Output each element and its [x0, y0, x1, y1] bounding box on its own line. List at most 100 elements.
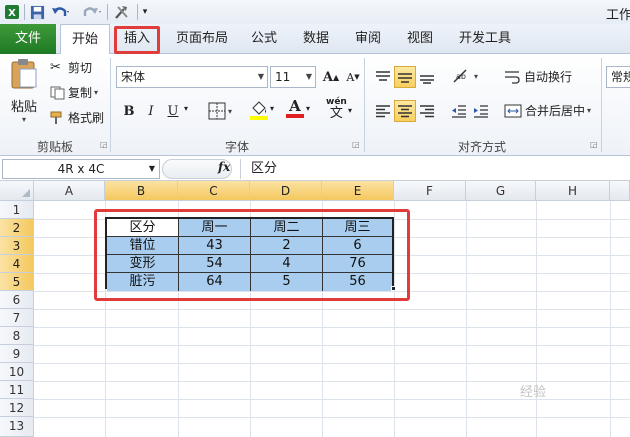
cut-button[interactable]: ✂ 剪切: [50, 59, 92, 76]
scissors-icon: ✂: [50, 60, 61, 75]
decrease-indent-button[interactable]: [448, 100, 470, 122]
wrap-text-label: 自动换行: [524, 70, 573, 84]
tab-data[interactable]: 数据: [296, 24, 336, 54]
shrink-font-button[interactable]: A ▼: [342, 66, 364, 88]
borders-button[interactable]: ▾: [208, 102, 232, 120]
align-left-icon: [376, 105, 390, 118]
row-header[interactable]: 13: [0, 417, 34, 437]
row-header[interactable]: 10: [0, 363, 34, 381]
font-color-dropdown[interactable]: ▾: [306, 104, 310, 113]
select-all-button[interactable]: [0, 181, 34, 201]
number-format-combo[interactable]: 常规: [606, 66, 630, 88]
grow-font-button[interactable]: A ▲: [320, 66, 342, 88]
insert-function-icon[interactable]: fx: [218, 160, 230, 174]
align-top-button[interactable]: [372, 66, 394, 88]
column-header[interactable]: [610, 181, 630, 201]
undo-icon[interactable]: [50, 3, 72, 21]
column-header[interactable]: G: [466, 181, 536, 201]
paste-icon: [11, 59, 37, 89]
copy-label: 复制: [68, 86, 93, 100]
row-header[interactable]: 1: [0, 201, 34, 219]
font-color-button[interactable]: A: [286, 98, 304, 118]
column-header[interactable]: D: [250, 181, 322, 201]
phonetic-dropdown[interactable]: ▾: [348, 106, 352, 115]
increase-indent-button[interactable]: [470, 100, 492, 122]
row-header[interactable]: 3: [0, 237, 34, 255]
row-header[interactable]: 11: [0, 381, 34, 399]
excel-window: X ▾ 工作 文件 开始 插入 页面布局 公式 数据 审阅 视图 开发工具 粘贴…: [0, 0, 630, 437]
svg-text:X: X: [8, 8, 16, 19]
chevron-down-icon: ▼: [148, 164, 155, 173]
column-header[interactable]: A: [34, 181, 105, 201]
font-size-combo[interactable]: 11 ▼: [270, 66, 316, 88]
svg-text:ab: ab: [456, 72, 466, 81]
tab-formulas[interactable]: 公式: [244, 24, 284, 54]
align-center-button[interactable]: [394, 100, 416, 122]
row-header[interactable]: 8: [0, 327, 34, 345]
ribbon-tabs: 文件 开始 插入 页面布局 公式 数据 审阅 视图 开发工具: [0, 24, 630, 55]
row-header[interactable]: 9: [0, 345, 34, 363]
font-name-combo[interactable]: 宋体 ▼: [116, 66, 268, 88]
font-launcher-icon[interactable]: ◲: [352, 140, 361, 149]
wrap-text-button[interactable]: 自动换行: [504, 68, 572, 85]
font-size-value: 11: [275, 70, 291, 84]
formula-bar: 4R x 4C ▼ fx 区分: [0, 157, 630, 181]
borders-icon: [208, 102, 226, 120]
row-header[interactable]: 6: [0, 291, 34, 309]
column-header[interactable]: B: [105, 181, 178, 201]
font-name-value: 宋体: [121, 70, 146, 84]
tools-icon[interactable]: [112, 3, 134, 21]
redo-icon[interactable]: [82, 3, 104, 21]
paste-button[interactable]: 粘贴 ▾: [6, 58, 42, 128]
fill-color-button[interactable]: [250, 100, 268, 120]
column-header[interactable]: C: [178, 181, 250, 201]
align-middle-icon: [398, 73, 412, 83]
format-painter-label: 格式刷: [68, 111, 105, 125]
save-icon[interactable]: [28, 3, 46, 21]
tab-view[interactable]: 视图: [400, 24, 440, 54]
clipboard-launcher-icon[interactable]: ◲: [100, 140, 109, 149]
column-header[interactable]: F: [394, 181, 466, 201]
font-group-label: 字体: [224, 140, 249, 154]
phonetic-guide-button[interactable]: wén 文: [326, 96, 347, 120]
align-right-button[interactable]: [416, 100, 438, 122]
row-header[interactable]: 2: [0, 219, 34, 237]
quick-access-toolbar: X ▾ 工作: [0, 0, 630, 24]
tab-page-layout[interactable]: 页面布局: [170, 24, 234, 54]
row-header[interactable]: 12: [0, 399, 34, 417]
row-header[interactable]: 4: [0, 255, 34, 273]
italic-button[interactable]: I: [140, 100, 162, 122]
column-header[interactable]: E: [322, 181, 394, 201]
align-left-button[interactable]: [372, 100, 394, 122]
orientation-button[interactable]: ab ▾: [452, 68, 478, 84]
fill-color-dropdown[interactable]: ▾: [270, 104, 274, 113]
format-painter-button[interactable]: 格式刷: [50, 109, 104, 126]
table-highlight-box: [94, 209, 410, 301]
alignment-launcher-icon[interactable]: ◲: [590, 140, 599, 149]
row-header[interactable]: 5: [0, 273, 34, 291]
tab-review[interactable]: 审阅: [348, 24, 388, 54]
column-header[interactable]: H: [536, 181, 610, 201]
tab-developer[interactable]: 开发工具: [452, 24, 518, 54]
font-color-icon: A: [289, 97, 301, 115]
tab-home[interactable]: 开始: [60, 24, 110, 55]
formula-input[interactable]: 区分: [240, 159, 630, 179]
copy-button[interactable]: 复制 ▾: [50, 84, 98, 101]
merge-center-button[interactable]: 合并后居中 ▾: [504, 102, 591, 119]
chevron-down-icon: ▼: [257, 72, 264, 81]
align-bottom-button[interactable]: [416, 66, 438, 88]
underline-button[interactable]: U: [162, 100, 184, 122]
decrease-indent-icon: [452, 105, 466, 118]
align-right-icon: [420, 105, 434, 118]
underline-dropdown[interactable]: ▾: [184, 104, 188, 113]
chevron-down-icon: ▼: [305, 72, 312, 81]
align-middle-button[interactable]: [394, 66, 416, 88]
tab-file[interactable]: 文件: [0, 24, 56, 54]
watermark: 经验: [520, 385, 547, 400]
name-box[interactable]: 4R x 4C ▼: [2, 159, 160, 179]
bold-button[interactable]: B: [118, 100, 140, 122]
row-header[interactable]: 7: [0, 309, 34, 327]
insert-tab-highlight: [114, 26, 160, 54]
excel-logo-icon: X: [3, 3, 21, 21]
customize-qat-icon[interactable]: ▾: [140, 3, 150, 21]
